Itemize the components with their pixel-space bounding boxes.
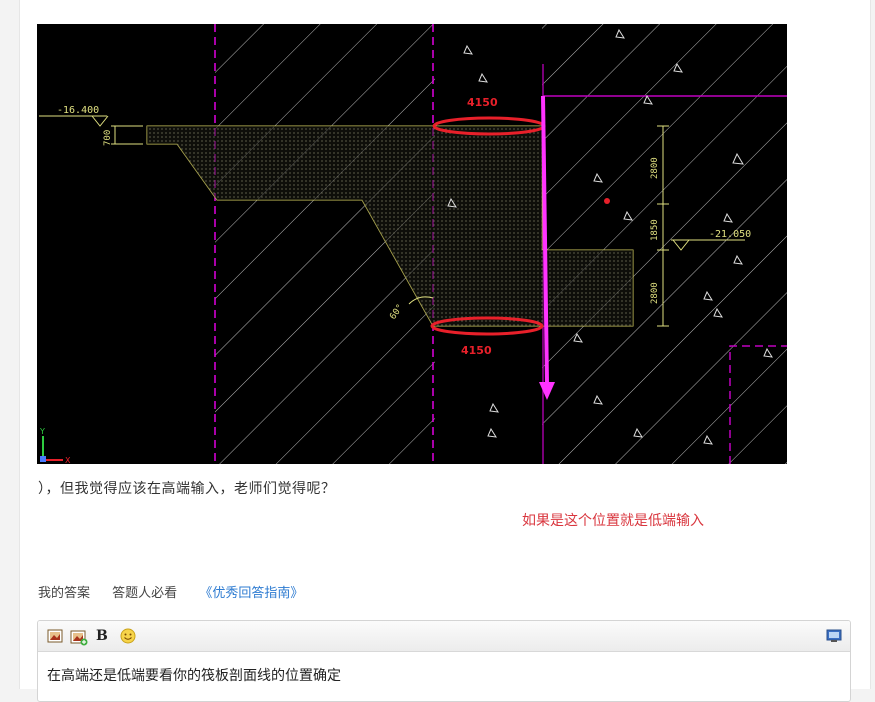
monitor-icon[interactable] [826, 628, 842, 644]
elev-left-triangle [91, 115, 109, 127]
annotation-note: 如果是这个位置就是低端输入 [522, 513, 704, 529]
question-text: ），但我觉得应该在高端输入，老师们觉得呢？ [38, 481, 336, 497]
image-icon[interactable] [47, 628, 63, 644]
elev-right-label: -21.050 [709, 229, 751, 240]
guide-link[interactable]: 《优秀回答指南》 [199, 586, 303, 601]
answer-editor[interactable]: B 在高端还是低端要看你的筏板剖面线的位置确定 [37, 620, 851, 702]
red-dot [604, 198, 610, 204]
dim-2800-top-label: 2800 [650, 157, 660, 179]
dim-1850-label: 1850 [650, 219, 660, 241]
ucs-y-label: Y [39, 427, 45, 436]
elev-left-label: -16.400 [57, 105, 99, 116]
smiley-icon[interactable] [120, 628, 136, 644]
top-annotation-label: 4150 [467, 96, 498, 109]
ucs-origin [40, 456, 46, 462]
editor-content[interactable]: 在高端还是低端要看你的筏板剖面线的位置确定 [38, 652, 850, 698]
answer-tabs: 我的答案 答题人必看 《优秀回答指南》 [38, 582, 321, 601]
cad-drawing-image: -16.400 700 2800 1850 2800 -21.050 60° 4… [37, 24, 787, 464]
ucs-x-label: X [65, 456, 71, 464]
bottom-annotation-label: 4150 [461, 344, 492, 357]
tab-must-read[interactable]: 答题人必看 [112, 586, 177, 601]
hatch-region-right [542, 24, 787, 464]
bold-button[interactable]: B [96, 627, 112, 644]
tab-my-answer[interactable]: 我的答案 [38, 586, 90, 601]
dim-700-label: 700 [103, 130, 113, 146]
cad-section-drawing: -16.400 700 2800 1850 2800 -21.050 60° 4… [39, 24, 787, 464]
editor-toolbar: B [38, 621, 850, 652]
image-upload-icon[interactable] [70, 628, 88, 646]
dim-2800-bottom-label: 2800 [650, 282, 660, 304]
